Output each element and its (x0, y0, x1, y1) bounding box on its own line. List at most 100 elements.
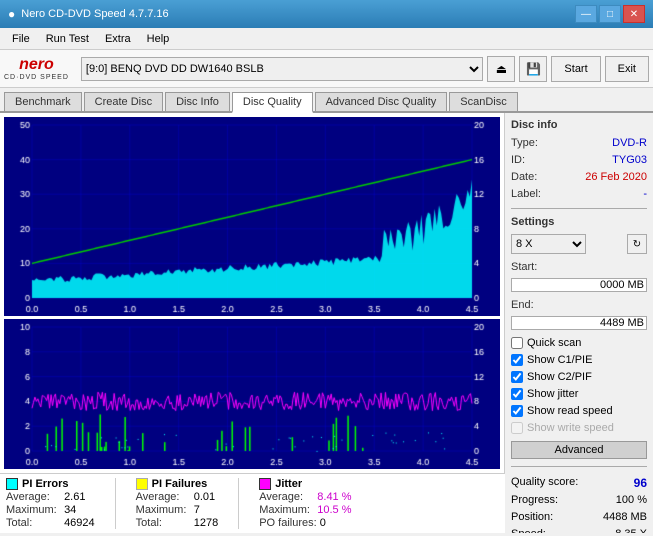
divider-settings (511, 208, 647, 209)
tab-disc-quality[interactable]: Disc Quality (232, 92, 313, 113)
tabs: Benchmark Create Disc Disc Info Disc Qua… (0, 88, 653, 113)
show-read-speed-checkbox[interactable] (511, 405, 523, 417)
pi-failures-avg-val: 0.01 (194, 491, 215, 503)
jitter-group: Jitter Average: 8.41 % Maximum: 10.5 % P… (259, 478, 351, 529)
pi-errors-max-val: 34 (64, 504, 76, 516)
divider-2 (238, 478, 239, 529)
start-button[interactable]: Start (551, 56, 600, 82)
speed-row-2: Speed: 8.35 X (511, 528, 647, 533)
nero-logo: nero CD·DVD SPEED (4, 56, 69, 81)
eject-button[interactable]: ⏏ (487, 56, 515, 82)
lower-chart (4, 319, 500, 469)
disc-id-value: TYG03 (612, 154, 647, 166)
menu-file[interactable]: File (4, 31, 38, 47)
pi-errors-total: Total: 46924 (6, 517, 95, 529)
quality-score-label: Quality score: (511, 476, 578, 490)
disc-info-title: Disc info (511, 119, 647, 131)
disc-id-label: ID: (511, 154, 525, 166)
tab-benchmark[interactable]: Benchmark (4, 92, 82, 111)
pi-errors-avg: Average: 2.61 (6, 491, 95, 503)
title-bar-left: ● Nero CD-DVD Speed 4.7.7.16 (8, 7, 169, 21)
tab-disc-info[interactable]: Disc Info (165, 92, 230, 111)
show-jitter-checkbox[interactable] (511, 388, 523, 400)
menu-run-test[interactable]: Run Test (38, 31, 97, 47)
minimize-button[interactable]: — (575, 5, 597, 23)
upper-chart (4, 117, 500, 316)
nero-logo-text: nero (19, 56, 54, 74)
pi-failures-header: PI Failures (136, 478, 219, 490)
disc-date-value: 26 Feb 2020 (585, 171, 647, 183)
advanced-button[interactable]: Advanced (511, 441, 647, 459)
settings-title: Settings (511, 216, 647, 228)
show-write-speed-checkbox[interactable] (511, 422, 523, 434)
disc-type-row: Type: DVD-R (511, 137, 647, 149)
show-read-speed-label: Show read speed (527, 405, 613, 417)
charts-and-stats: PI Errors Average: 2.61 Maximum: 34 Tota… (0, 113, 505, 533)
pi-errors-color (6, 478, 18, 490)
jitter-po: PO failures: 0 (259, 517, 351, 529)
start-input[interactable]: 0000 MB (511, 278, 647, 292)
save-button[interactable]: 💾 (519, 56, 547, 82)
jitter-po-val: 0 (320, 517, 326, 529)
jitter-color (259, 478, 271, 490)
progress-row: Progress: 100 % (511, 494, 647, 506)
show-jitter-row: Show jitter (511, 388, 647, 400)
refresh-button[interactable]: ↻ (627, 234, 647, 254)
disc-id-row: ID: TYG03 (511, 154, 647, 166)
pi-errors-header: PI Errors (6, 478, 95, 490)
pi-errors-label: PI Errors (22, 478, 68, 490)
pi-errors-group: PI Errors Average: 2.61 Maximum: 34 Tota… (6, 478, 95, 529)
pi-failures-label: PI Failures (152, 478, 208, 490)
position-value: 4488 MB (603, 511, 647, 523)
progress-value: 100 % (616, 494, 647, 506)
disc-date-label: Date: (511, 171, 537, 183)
right-panel: Disc info Type: DVD-R ID: TYG03 Date: 26… (505, 113, 653, 533)
disc-label-label: Label: (511, 188, 541, 200)
pi-failures-color (136, 478, 148, 490)
quality-score-row: Quality score: 96 (511, 476, 647, 490)
exit-button[interactable]: Exit (605, 56, 649, 82)
quick-scan-label: Quick scan (527, 337, 581, 349)
close-button[interactable]: ✕ (623, 5, 645, 23)
menu-bar: File Run Test Extra Help (0, 28, 653, 50)
tab-create-disc[interactable]: Create Disc (84, 92, 163, 111)
tab-scandisc[interactable]: ScanDisc (449, 92, 517, 111)
show-read-speed-row: Show read speed (511, 405, 647, 417)
position-row: Position: 4488 MB (511, 511, 647, 523)
tab-advanced-disc-quality[interactable]: Advanced Disc Quality (315, 92, 448, 111)
show-write-speed-label: Show write speed (527, 422, 614, 434)
position-label: Position: (511, 511, 553, 523)
pi-failures-group: PI Failures Average: 0.01 Maximum: 7 Tot… (136, 478, 219, 529)
pi-failures-total: Total: 1278 (136, 517, 219, 529)
show-c1pie-checkbox[interactable] (511, 354, 523, 366)
toolbar: nero CD·DVD SPEED [9:0] BENQ DVD DD DW16… (0, 50, 653, 88)
divider-1 (115, 478, 116, 529)
quick-scan-checkbox[interactable] (511, 337, 523, 349)
disc-type-label: Type: (511, 137, 538, 149)
show-write-speed-row: Show write speed (511, 422, 647, 434)
drive-select[interactable]: [9:0] BENQ DVD DD DW1640 BSLB (81, 57, 484, 81)
show-c2pif-row: Show C2/PIF (511, 371, 647, 383)
disc-type-value: DVD-R (612, 137, 647, 149)
pi-errors-total-val: 46924 (64, 517, 95, 529)
main-content: PI Errors Average: 2.61 Maximum: 34 Tota… (0, 113, 653, 533)
show-c2pif-checkbox[interactable] (511, 371, 523, 383)
jitter-max: Maximum: 10.5 % (259, 504, 351, 516)
end-input[interactable]: 4489 MB (511, 316, 647, 330)
show-jitter-label: Show jitter (527, 388, 578, 400)
maximize-button[interactable]: □ (599, 5, 621, 23)
menu-extra[interactable]: Extra (97, 31, 139, 47)
disc-label-row: Label: - (511, 188, 647, 200)
pi-failures-max: Maximum: 7 (136, 504, 219, 516)
divider-quality (511, 466, 647, 467)
app-icon: ● (8, 7, 15, 21)
speed-row: 8 X Maximum 1 X 2 X 4 X 16 X ↻ (511, 234, 647, 254)
pi-errors-avg-val: 2.61 (64, 491, 85, 503)
speed-value: 8.35 X (615, 528, 647, 533)
quick-scan-row: Quick scan (511, 337, 647, 349)
speed-select[interactable]: 8 X Maximum 1 X 2 X 4 X 16 X (511, 234, 586, 254)
show-c1pie-label: Show C1/PIE (527, 354, 592, 366)
speed-label: Speed: (511, 528, 546, 533)
show-c1pie-row: Show C1/PIE (511, 354, 647, 366)
menu-help[interactable]: Help (139, 31, 178, 47)
